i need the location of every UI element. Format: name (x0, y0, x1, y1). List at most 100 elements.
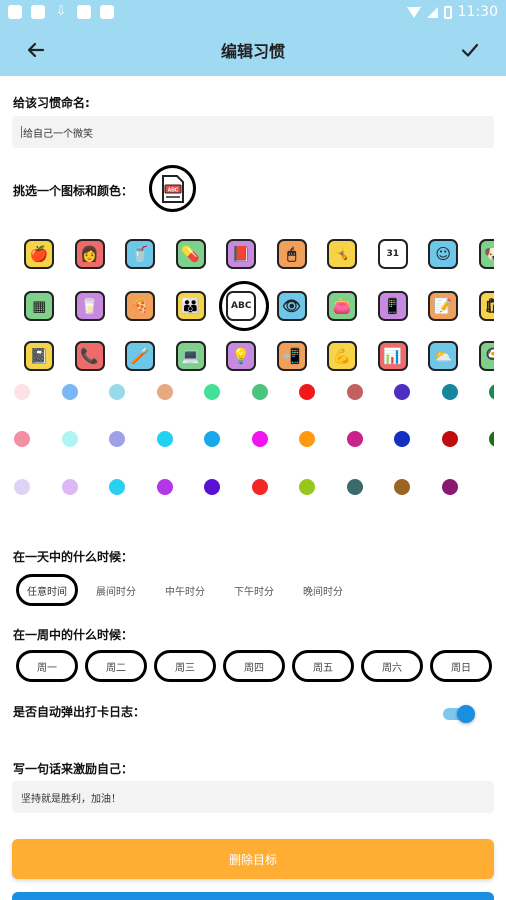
time-of-day-label: 在一天中的什么时候： (13, 550, 134, 564)
time-option-noon[interactable]: 中午时分 (154, 574, 216, 606)
color-swatch[interactable] (394, 479, 410, 495)
primary-action-button[interactable] (12, 892, 494, 900)
notification-icon (31, 5, 45, 19)
image-icon (100, 5, 114, 19)
abc-document-icon: ABC (161, 174, 184, 203)
color-swatch[interactable] (204, 384, 220, 400)
icon-option[interactable]: 👁 (267, 284, 318, 328)
habit-name-input[interactable]: 给自己一个微笑 (12, 116, 494, 148)
color-swatch[interactable] (346, 431, 363, 447)
icon-option[interactable]: 📝 (418, 284, 469, 328)
icon-row: ▦🥛🍕👪ABC👁👛📱📝🛍🎸 (14, 281, 494, 331)
save-button[interactable] (454, 34, 486, 66)
icon-option[interactable]: ⛅ (418, 334, 469, 372)
icon-option[interactable]: 🍕 (115, 284, 166, 328)
day-option-tuesday[interactable]: 周二 (85, 650, 147, 682)
color-swatch[interactable] (14, 384, 30, 400)
icon-option[interactable]: 🖱 (267, 232, 318, 276)
icon-option[interactable]: 👪 (166, 284, 217, 328)
icon-row: 📓 📞 🪥 💻 💡 📲 💪 📊 ⛅ 🍳 (14, 334, 494, 372)
icon-option[interactable]: 📊 (368, 334, 419, 372)
icon-option[interactable]: 31 (368, 232, 419, 276)
color-swatch[interactable] (61, 384, 78, 400)
color-swatch[interactable] (394, 384, 410, 400)
color-swatch[interactable] (61, 431, 78, 447)
color-swatch[interactable] (156, 479, 173, 495)
habit-name-label: 给该习惯命名: (13, 96, 90, 110)
auto-popup-label: 是否自动弹出打卡日志： (13, 705, 146, 719)
color-swatch[interactable] (251, 431, 268, 447)
icon-option[interactable]: 💻 (166, 334, 217, 372)
family-icon: 👪 (175, 291, 206, 321)
icon-option[interactable]: ABC (216, 281, 269, 331)
icon-option[interactable]: ☺ (418, 232, 469, 276)
color-swatch[interactable] (251, 384, 268, 400)
icon-option[interactable]: 🤸 (317, 232, 368, 276)
color-swatch[interactable] (441, 384, 458, 400)
wallet-icon: 👛 (327, 291, 358, 321)
color-swatch[interactable] (61, 479, 78, 495)
day-option-thursday[interactable]: 周四 (223, 650, 285, 682)
smile-face-icon: ☺ (428, 239, 459, 269)
color-swatch[interactable] (156, 384, 173, 400)
color-swatch[interactable] (489, 431, 494, 447)
icon-option[interactable]: 💪 (317, 334, 368, 372)
color-swatch[interactable] (109, 479, 125, 495)
icon-option[interactable]: 🍎 (14, 232, 65, 276)
icon-option[interactable]: ▦ (14, 284, 65, 328)
wifi-icon (406, 6, 421, 18)
day-option-monday[interactable]: 周一 (16, 650, 78, 682)
color-swatch[interactable] (299, 384, 315, 400)
icon-option[interactable]: 👛 (317, 284, 368, 328)
status-time: 11:30 (457, 4, 498, 20)
icon-option[interactable]: 🐶 (469, 232, 494, 276)
strong-man-icon: 💪 (327, 341, 358, 371)
color-swatch[interactable] (299, 431, 315, 447)
icon-option[interactable]: 🥤 (115, 232, 166, 276)
day-option-friday[interactable]: 周五 (292, 650, 354, 682)
color-swatch[interactable] (109, 384, 125, 400)
icon-option[interactable]: 🪥 (115, 334, 166, 372)
icon-option[interactable]: 🛍 (469, 284, 494, 328)
auto-popup-toggle[interactable] (441, 703, 475, 723)
color-swatch[interactable] (14, 479, 30, 495)
weather-icon: ⛅ (428, 341, 459, 371)
color-swatch[interactable] (346, 479, 363, 495)
day-option-saturday[interactable]: 周六 (361, 650, 423, 682)
color-swatch[interactable] (109, 431, 125, 447)
color-swatch[interactable] (204, 479, 220, 495)
apple-icon: 🍎 (24, 239, 55, 269)
day-option-wednesday[interactable]: 周三 (154, 650, 216, 682)
color-swatch[interactable] (251, 479, 268, 495)
time-option-evening[interactable]: 晚间时分 (292, 574, 354, 606)
delete-goal-button[interactable]: 删除目标 (12, 839, 494, 879)
icon-option[interactable]: 💡 (216, 334, 267, 372)
color-swatch[interactable] (489, 384, 494, 400)
pizza-icon: 🍕 (125, 291, 156, 321)
icon-option[interactable]: 🥛 (65, 284, 116, 328)
icon-option[interactable]: 📕 (216, 232, 267, 276)
icon-option[interactable]: 💊 (166, 232, 217, 276)
icon-option[interactable]: 👩 (65, 232, 116, 276)
color-swatch[interactable] (346, 384, 363, 400)
icon-option[interactable]: 📱 (368, 284, 419, 328)
color-swatch[interactable] (299, 479, 315, 495)
color-swatch[interactable] (441, 431, 458, 447)
color-swatch[interactable] (14, 431, 30, 447)
icon-option[interactable]: 🍳 (469, 334, 494, 372)
time-option-morning[interactable]: 晨间时分 (85, 574, 147, 606)
color-swatch[interactable] (394, 431, 410, 447)
icon-option[interactable]: 📲 (267, 334, 318, 372)
icon-option[interactable]: 📓 (14, 334, 65, 372)
notification-icon (77, 5, 91, 19)
color-swatch[interactable] (156, 431, 173, 447)
motto-input[interactable]: 坚持就是胜利，加油！ (12, 781, 494, 813)
time-option-afternoon[interactable]: 下午时分 (223, 574, 285, 606)
time-option-anytime[interactable]: 任意时间 (16, 574, 78, 606)
day-option-sunday[interactable]: 周日 (430, 650, 492, 682)
color-swatch[interactable] (441, 479, 458, 495)
icon-option[interactable]: 📞 (65, 334, 116, 372)
color-swatch[interactable] (204, 431, 220, 447)
icon-color-label: 挑选一个图标和颜色： (13, 184, 134, 198)
shopping-icon: 🛍 (478, 291, 494, 321)
